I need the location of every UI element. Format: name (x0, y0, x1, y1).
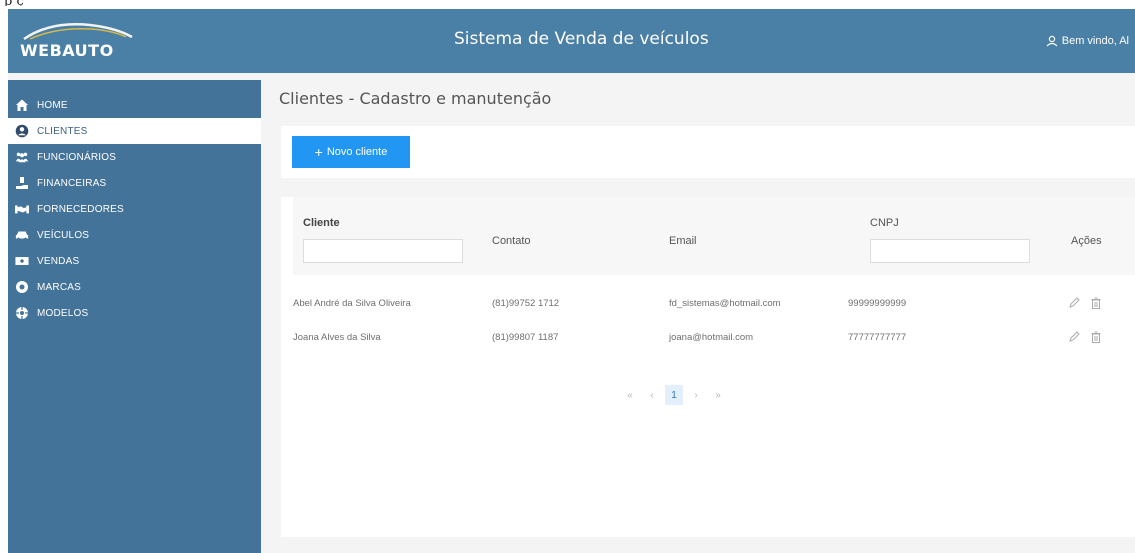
table-header: Cliente Contato Email CNPJ Ações (293, 197, 1135, 275)
users-icon (15, 150, 29, 164)
user-icon (1046, 35, 1058, 47)
trash-icon[interactable] (1089, 330, 1103, 344)
column-header-contato[interactable]: Contato (492, 235, 531, 247)
column-header-cnpj[interactable]: CNPJ (870, 217, 899, 229)
app-frame: WEBAUTO Sistema de Venda de veículos Bem… (8, 9, 1135, 553)
webauto-logo[interactable]: WEBAUTO (20, 19, 138, 63)
table-row[interactable]: Joana Alves da Silva (81)99807 1187 joan… (293, 321, 1135, 355)
sidebar-item-marcas[interactable]: MARCAS (8, 274, 261, 300)
sidebar-item-label: VEÍCULOS (37, 229, 90, 241)
cell-contato: (81)99752 1712 (492, 298, 560, 309)
sidebar-item-label: HOME (37, 99, 68, 111)
cash-icon (15, 254, 29, 268)
sidebar-item-financeiras[interactable]: FINANCEIRAS (8, 170, 261, 196)
sidebar-item-modelos[interactable]: MODELOS (8, 300, 261, 326)
sidebar-item-label: FORNECEDORES (37, 203, 124, 215)
actions-card: + Novo cliente (281, 126, 1135, 178)
sidebar-item-label: FINANCEIRAS (37, 177, 107, 189)
pager-prev-button[interactable]: ‹ (643, 385, 661, 405)
pagination: « ‹ 1 › » (621, 385, 727, 405)
cell-contato: (81)99807 1187 (492, 332, 559, 343)
pager-page-1-button[interactable]: 1 (665, 385, 683, 405)
cell-email: joana@hotmail.com (669, 332, 754, 343)
handshake-icon (15, 202, 29, 216)
home-icon (15, 98, 29, 112)
top-header: WEBAUTO Sistema de Venda de veículos Bem… (8, 9, 1135, 73)
car-icon (15, 228, 29, 242)
page-title: Clientes - Cadastro e manutenção (279, 89, 552, 108)
edit-pencil-icon[interactable] (1067, 330, 1081, 344)
cell-cliente: Abel André da Silva Oliveira (293, 298, 411, 309)
cell-cliente: Joana Alves da Silva (293, 332, 381, 343)
user-menu[interactable]: Bem vindo, Al (1046, 35, 1129, 47)
sidebar-item-fornecedores[interactable]: FORNECEDORES (8, 196, 261, 222)
pager-next-button[interactable]: › (687, 385, 705, 405)
sidebar-item-label: CLIENTES (37, 125, 88, 137)
new-client-button[interactable]: + Novo cliente (292, 136, 410, 168)
pager-first-button[interactable]: « (621, 385, 639, 405)
sidebar-item-label: FUNCIONÁRIOS (37, 151, 117, 163)
new-client-label: Novo cliente (326, 146, 388, 158)
sidebar-item-home[interactable]: HOME (8, 92, 261, 118)
badge-icon (15, 280, 29, 294)
column-header-acoes: Ações (1071, 235, 1102, 247)
sidebar-item-label: MARCAS (37, 281, 81, 293)
cell-cnpj: 99999999999 (848, 298, 907, 309)
column-header-cliente[interactable]: Cliente (303, 217, 340, 229)
sidebar-nav: HOME CLIENTES FUNCIONÁRIOS FINANCEIRAS F… (8, 80, 261, 553)
sidebar-item-label: VENDAS (37, 255, 80, 267)
gear-icon (15, 306, 29, 320)
sidebar-item-veiculos[interactable]: VEÍCULOS (8, 222, 261, 248)
car-swoosh-icon (23, 23, 133, 41)
user-circle-icon (15, 124, 29, 138)
logo-text: WEBAUTO (20, 41, 114, 60)
sidebar-item-label: MODELOS (37, 307, 89, 319)
cell-cnpj: 77777777777 (848, 332, 907, 343)
trash-icon[interactable] (1089, 296, 1103, 310)
filter-cnpj-input[interactable] (870, 239, 1030, 263)
window-caption: p ç (4, 0, 24, 6)
cell-email: fd_sistemas@hotmail.com (669, 298, 781, 309)
money-hand-icon (15, 176, 29, 190)
main-content: Clientes - Cadastro e manutenção + Novo … (261, 73, 1135, 553)
user-greeting: Bem vindo, Al (1061, 35, 1129, 47)
sidebar-item-vendas[interactable]: VENDAS (8, 248, 261, 274)
column-header-email[interactable]: Email (669, 235, 697, 247)
clients-table: Cliente Contato Email CNPJ Ações Abel An… (281, 197, 1135, 537)
sidebar-item-funcionarios[interactable]: FUNCIONÁRIOS (8, 144, 261, 170)
edit-pencil-icon[interactable] (1067, 296, 1081, 310)
table-row[interactable]: Abel André da Silva Oliveira (81)99752 1… (293, 287, 1135, 321)
plus-icon: + (314, 144, 323, 160)
pager-last-button[interactable]: » (709, 385, 727, 405)
filter-cliente-input[interactable] (303, 239, 463, 263)
app-title: Sistema de Venda de veículos (454, 29, 709, 49)
sidebar-item-clientes[interactable]: CLIENTES (8, 118, 261, 144)
